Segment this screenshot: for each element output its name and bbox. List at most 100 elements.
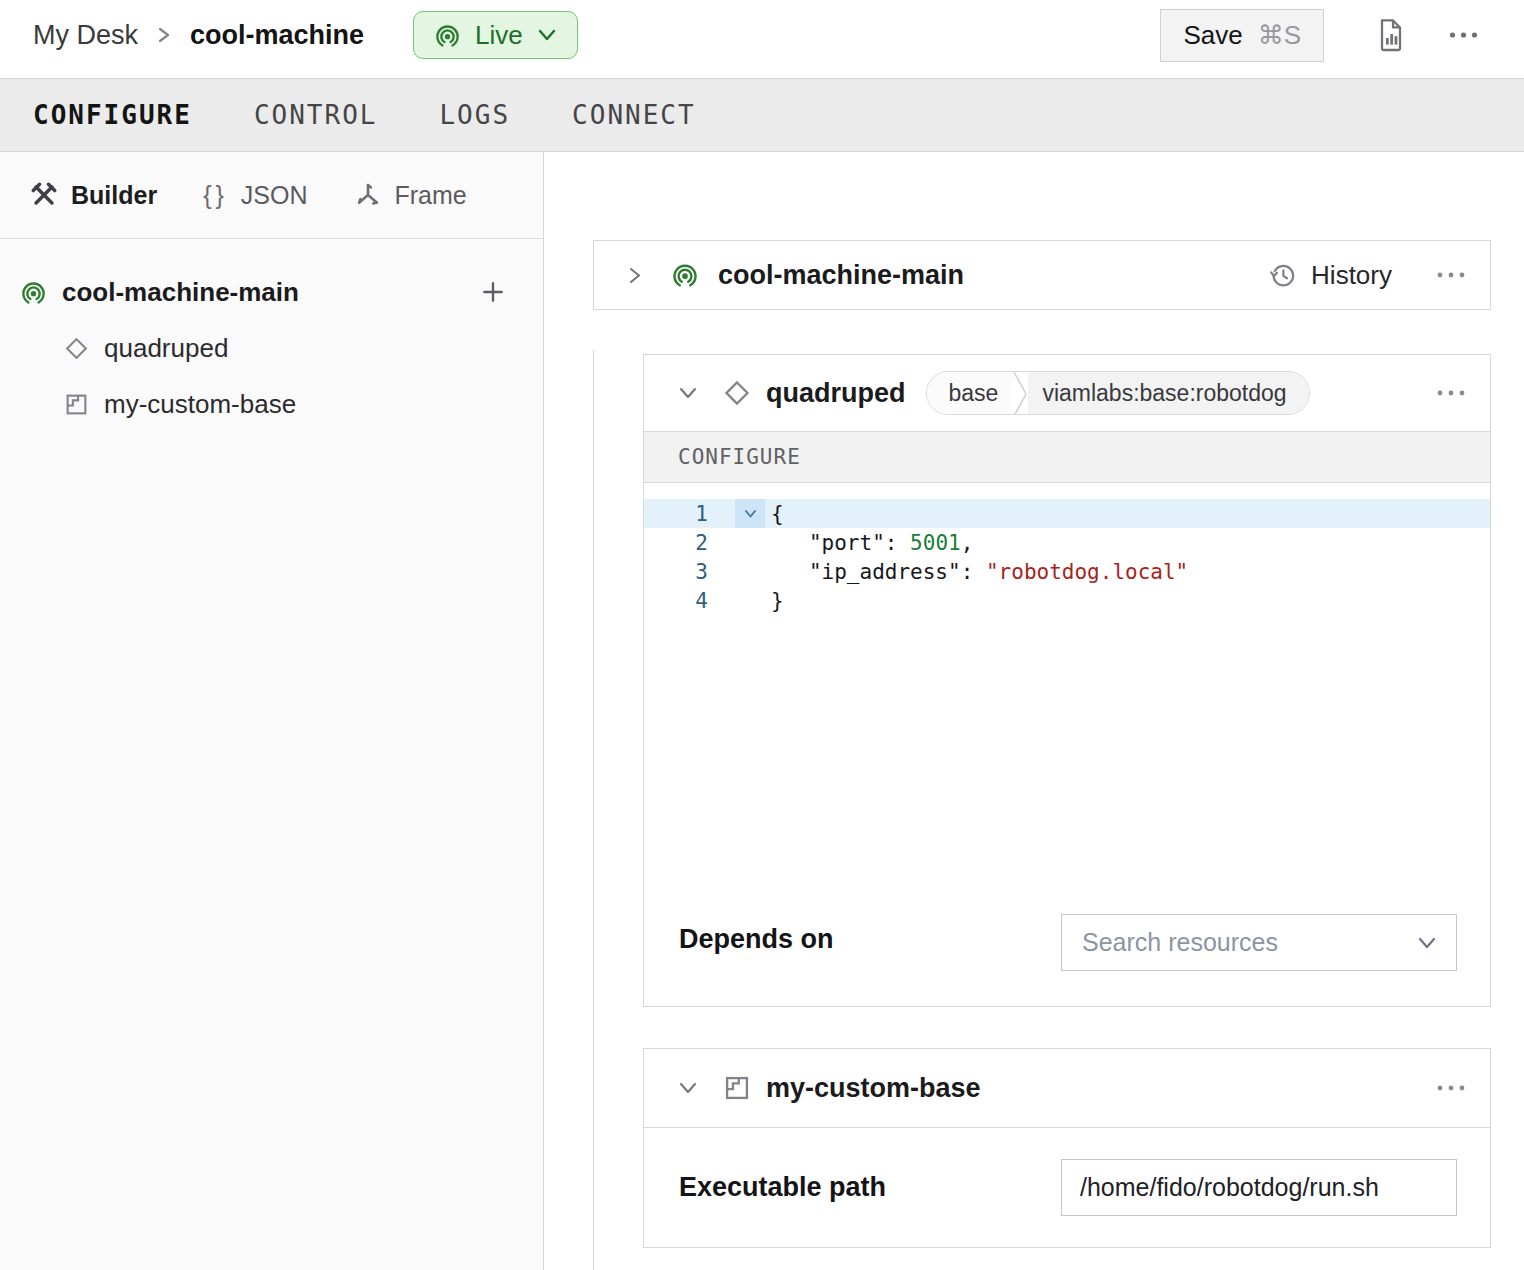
component-overflow-menu-button[interactable] <box>1436 389 1466 397</box>
save-shortcut: ⌘S <box>1258 20 1301 51</box>
file-chart-icon <box>1376 18 1406 52</box>
fold-cell <box>735 528 765 557</box>
fold-chevron-icon[interactable] <box>735 499 765 528</box>
view-tab-json[interactable]: {} JSON <box>203 181 307 210</box>
topbar-overflow-menu-button[interactable] <box>1448 30 1479 40</box>
executable-path-input[interactable] <box>1061 1159 1457 1216</box>
depends-on-label: Depends on <box>679 924 834 1006</box>
ellipsis-icon <box>1448 30 1479 40</box>
tools-icon <box>30 181 58 209</box>
module-collapse-chevron-icon[interactable] <box>677 1080 699 1096</box>
machine-live-icon <box>671 261 699 289</box>
view-tab-frame[interactable]: Frame <box>354 181 467 210</box>
sidebar-view-switcher: Builder {} JSON Frame <box>0 152 543 239</box>
module-card-header: my-custom-base <box>644 1049 1490 1128</box>
frame-axes-icon <box>354 181 382 209</box>
machine-card-title: cool-machine-main <box>718 260 964 291</box>
code-line[interactable]: 4} <box>644 586 1490 615</box>
tree-item-machine[interactable]: cool-machine-main <box>0 264 543 320</box>
history-icon <box>1268 260 1298 290</box>
line-number: 4 <box>644 589 708 613</box>
line-number: 1 <box>644 502 708 526</box>
component-type-badge: base viamlabs:base:robotdog <box>926 371 1310 415</box>
code-text: "ip_address": "robotdog.local" <box>771 560 1188 584</box>
machine-card: cool-machine-main History <box>593 240 1491 310</box>
code-line[interactable]: 1{ <box>644 499 1490 528</box>
module-overflow-menu-button[interactable] <box>1436 1084 1466 1092</box>
plus-icon <box>479 278 507 306</box>
module-card-my-custom-base: my-custom-base Executable path <box>643 1048 1491 1248</box>
component-card-title: quadruped <box>766 378 906 409</box>
tab-control[interactable]: CONTROL <box>254 100 378 130</box>
depends-on-placeholder: Search resources <box>1082 928 1278 957</box>
code-editor[interactable]: 1{2 "port": 5001,3 "ip_address": "robotd… <box>644 483 1490 904</box>
main-tab-bar: CONFIGURE CONTROL LOGS CONNECT <box>0 78 1524 152</box>
depends-on-select[interactable]: Search resources <box>1061 914 1457 971</box>
tree-item-quadruped[interactable]: quadruped <box>0 320 543 376</box>
live-icon <box>434 22 461 49</box>
code-text: "port": 5001, <box>771 531 973 555</box>
top-bar: My Desk cool-machine Live Save ⌘S <box>0 0 1524 78</box>
breadcrumb-root[interactable]: My Desk <box>33 20 138 51</box>
line-number: 3 <box>644 560 708 584</box>
view-tab-label: Builder <box>71 181 157 210</box>
topbar-actions: Save ⌘S <box>1160 9 1479 62</box>
fold-cell <box>735 557 765 586</box>
component-card-quadruped: quadruped base viamlabs:base:robotdog CO… <box>643 354 1491 1007</box>
config-main-area: cool-machine-main History <box>544 152 1524 1270</box>
code-text: } <box>771 589 784 613</box>
ellipsis-icon <box>1436 389 1466 397</box>
component-collapse-chevron-icon[interactable] <box>677 385 699 401</box>
ellipsis-icon <box>1436 1084 1466 1092</box>
tree-item-my-custom-base[interactable]: my-custom-base <box>0 376 543 432</box>
machine-expand-chevron-icon[interactable] <box>627 263 643 287</box>
view-tab-label: JSON <box>241 181 308 210</box>
braces-icon: {} <box>203 181 228 210</box>
status-chevron-down-icon <box>537 28 557 42</box>
executable-path-label: Executable path <box>679 1172 886 1203</box>
save-button[interactable]: Save ⌘S <box>1160 9 1324 62</box>
module-card-body: Executable path <box>644 1128 1490 1247</box>
module-card-title: my-custom-base <box>766 1073 981 1104</box>
history-label: History <box>1311 260 1392 291</box>
line-number: 2 <box>644 531 708 555</box>
module-icon <box>64 392 89 417</box>
tree-item-label: cool-machine-main <box>62 277 299 308</box>
tab-configure[interactable]: CONFIGURE <box>33 100 192 130</box>
breadcrumb-current: cool-machine <box>190 20 364 51</box>
add-resource-button[interactable] <box>479 278 507 306</box>
machine-live-icon <box>20 279 47 306</box>
machine-status-label: Live <box>475 20 523 51</box>
resource-tree: cool-machine-main quadruped my-c <box>0 239 543 432</box>
machine-status-button[interactable]: Live <box>413 11 578 59</box>
component-type: base <box>927 372 1013 414</box>
fold-cell <box>735 586 765 615</box>
select-chevron-down-icon <box>1416 936 1438 950</box>
tab-connect[interactable]: CONNECT <box>572 100 696 130</box>
component-diamond-icon <box>723 379 751 407</box>
component-diamond-icon <box>64 336 89 361</box>
machine-overflow-menu-button[interactable] <box>1436 271 1466 279</box>
view-tab-label: Frame <box>395 181 467 210</box>
code-line[interactable]: 3 "ip_address": "robotdog.local" <box>644 557 1490 586</box>
breadcrumb-chevron-icon <box>156 23 172 47</box>
config-sidebar: Builder {} JSON Frame <box>0 152 544 1270</box>
component-model: viamlabs:base:robotdog <box>1028 372 1308 414</box>
configure-section-label: CONFIGURE <box>644 431 1490 483</box>
tree-item-label: my-custom-base <box>104 389 296 420</box>
code-line[interactable]: 2 "port": 5001, <box>644 528 1490 557</box>
module-icon <box>723 1074 751 1102</box>
group-connector-line <box>593 350 594 1270</box>
history-button[interactable]: History <box>1268 260 1392 291</box>
machine-report-button[interactable] <box>1376 18 1406 52</box>
depends-on-row: Depends on Search resources <box>644 904 1490 1006</box>
component-card-header: quadruped base viamlabs:base:robotdog <box>644 355 1490 431</box>
save-label: Save <box>1183 20 1242 51</box>
tree-item-label: quadruped <box>104 333 228 364</box>
ellipsis-icon <box>1436 271 1466 279</box>
tab-logs[interactable]: LOGS <box>439 100 510 130</box>
breadcrumb: My Desk cool-machine <box>33 20 364 51</box>
code-text: { <box>771 502 784 526</box>
badge-divider <box>1012 372 1028 415</box>
view-tab-builder[interactable]: Builder <box>30 181 157 210</box>
